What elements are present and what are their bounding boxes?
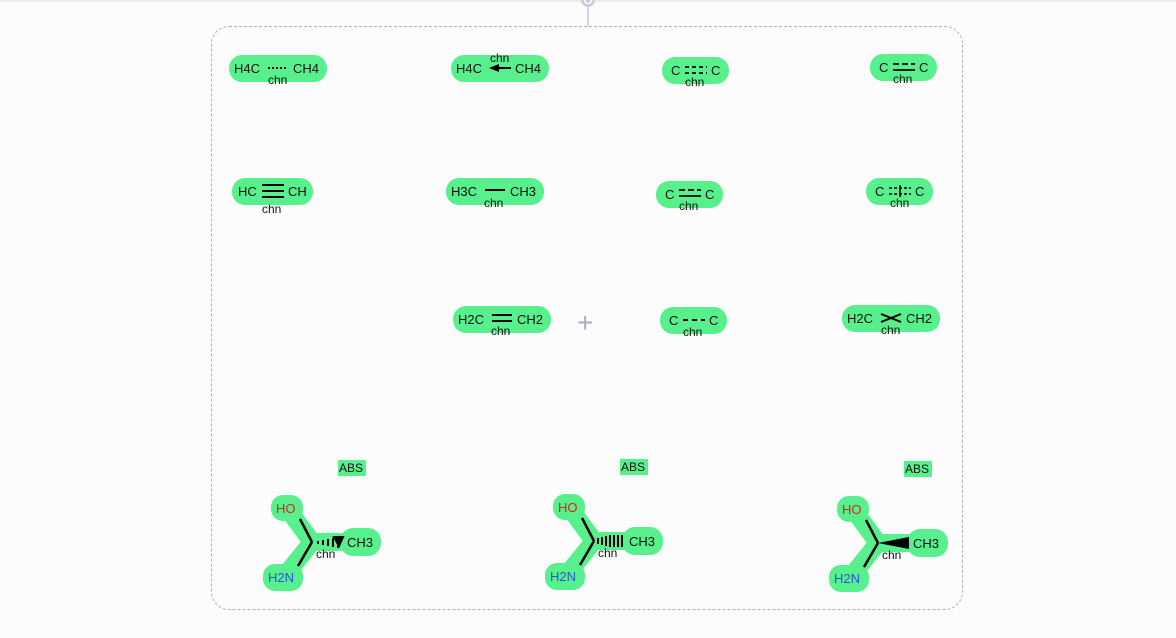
stereo-molecule-3[interactable]: ABS HO H2N CH3 chn: [829, 461, 948, 592]
amine-label: H2N: [550, 569, 576, 584]
chain-label: chn: [685, 75, 704, 89]
chain-label: chn: [491, 324, 510, 338]
atom-right: CH2: [906, 311, 932, 326]
atom-left: H4C: [456, 61, 482, 76]
stereo-molecule-1[interactable]: ABS HO H2N CH3 chn: [263, 460, 381, 591]
methyl-label: CH3: [913, 536, 939, 551]
molecule-dashed-bond[interactable]: C C chn: [660, 307, 727, 339]
molecule-dative-bond[interactable]: H4C CH4 chn: [451, 51, 549, 82]
atom-right: CH4: [293, 61, 319, 76]
molecule-any-bond[interactable]: C C chn: [866, 178, 933, 210]
abs-label: ABS: [339, 461, 363, 475]
atom-right: CH2: [517, 312, 543, 327]
atom-left: H2C: [847, 311, 873, 326]
atom-left: H3C: [451, 184, 477, 199]
chain-label: chn: [679, 199, 698, 213]
atom-left: H4C: [234, 61, 260, 76]
atom-left: HC: [238, 184, 257, 199]
atom-left: H2C: [458, 312, 484, 327]
hydroxyl-label: HO: [558, 500, 578, 515]
chain-label: chn: [881, 323, 900, 337]
atom-left: C: [671, 63, 680, 78]
molecule-double-dashed-alt-bond[interactable]: C C chn: [870, 54, 937, 86]
atom-left: C: [875, 184, 884, 199]
chain-label: chn: [598, 546, 617, 560]
chain-label: chn: [262, 202, 281, 216]
atom-right: CH3: [510, 184, 536, 199]
molecule-crossed-double-bond[interactable]: H2C CH2 chn: [842, 305, 940, 337]
amine-label: H2N: [834, 571, 860, 586]
abs-label: ABS: [905, 462, 929, 476]
chain-label: chn: [683, 325, 702, 339]
atom-right: C: [915, 184, 924, 199]
stereo-molecule-2[interactable]: ABS HO H2N CH3 chn: [545, 459, 663, 590]
molecule-triple-bond[interactable]: HC CH chn: [232, 178, 313, 216]
hydroxyl-label: HO: [276, 501, 296, 516]
atom-right: CH4: [515, 61, 541, 76]
atom-right: C: [711, 63, 720, 78]
atom-right: C: [709, 313, 718, 328]
chemical-canvas[interactable]: H4C CH4 chn H4C CH4 chn C C chn C C chn …: [0, 0, 1176, 638]
atom-left: C: [665, 187, 674, 202]
chain-label: chn: [882, 548, 901, 562]
molecule-dotted-bond[interactable]: H4C CH4 chn: [229, 55, 327, 87]
chain-label: chn: [490, 51, 509, 65]
atom-right: CH: [288, 184, 307, 199]
molecule-double-dashed-bond[interactable]: C C chn: [662, 57, 729, 89]
atom-right: C: [705, 187, 714, 202]
methyl-label: CH3: [629, 534, 655, 549]
chain-label: chn: [484, 196, 503, 210]
atom-right: C: [919, 60, 928, 75]
plus-icon: +: [577, 307, 593, 338]
atom-left: C: [879, 60, 888, 75]
chain-label: chn: [890, 196, 909, 210]
molecule-single-bond[interactable]: H3C CH3 chn: [446, 178, 544, 210]
chain-label: chn: [268, 73, 287, 87]
chain-label: chn: [893, 72, 912, 86]
atom-left: C: [669, 313, 678, 328]
molecule-aromatic-bond[interactable]: C C chn: [656, 181, 723, 213]
methyl-label: CH3: [347, 535, 373, 550]
molecule-double-bond[interactable]: H2C CH2 chn: [453, 306, 551, 338]
chain-label: chn: [316, 547, 335, 561]
abs-label: ABS: [621, 460, 645, 474]
hydroxyl-label: HO: [842, 502, 862, 517]
amine-label: H2N: [268, 570, 294, 585]
